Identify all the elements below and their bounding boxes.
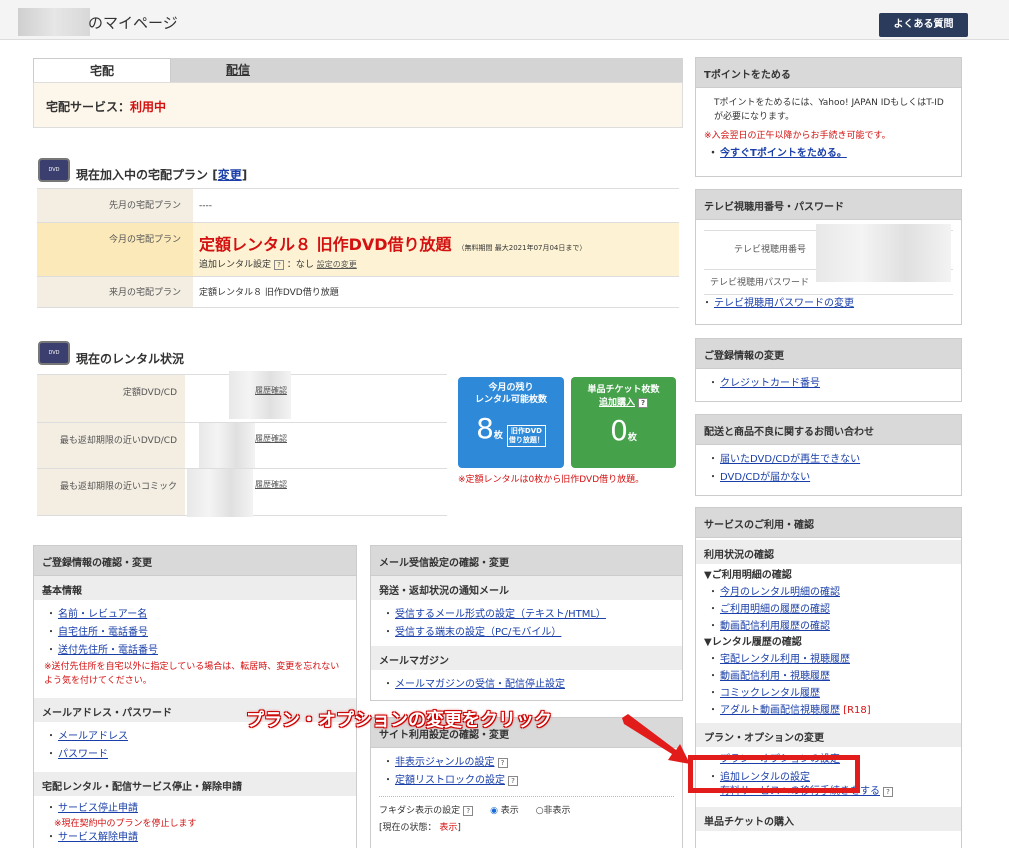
annotation-text: プラン・オプションの変更をクリック (246, 710, 552, 731)
help-icon[interactable]: ? (508, 776, 518, 786)
history-link[interactable]: 履歴確認 (255, 479, 287, 490)
comic-history-link[interactable]: コミックレンタル履歴 (720, 688, 820, 699)
service-panel: サービスのご利用・確認 利用状況の確認 ▼ご利用明細の確認 ・今月のレンタル明細… (695, 507, 962, 848)
page-title: のマイページ (88, 14, 178, 32)
tpoint-panel: Tポイントをためる Tポイントをためるには、Yahoo! JAPAN IDもしく… (695, 57, 962, 177)
help-icon[interactable]: ? (274, 260, 285, 270)
registration-panel-title: ご登録情報の確認・変更 (34, 546, 356, 576)
tab-delivery[interactable]: 宅配 (33, 58, 171, 82)
help-icon[interactable]: ? (463, 806, 474, 816)
arrow-icon (622, 714, 690, 764)
status-value: 利用中 (130, 100, 167, 114)
cancel-service-link[interactable]: サービス解除申請 (58, 832, 138, 843)
tab-streaming[interactable]: 配信 (171, 58, 683, 82)
credit-card-link[interactable]: クレジットカード番号 (720, 378, 820, 389)
home-address-link[interactable]: 自宅住所・電話番号 (58, 627, 148, 638)
remaining-count: 8 (476, 412, 494, 445)
mail-format-link[interactable]: 受信するメール形式の設定（テキスト/HTML） (395, 609, 606, 620)
status-label: 宅配サービス： (46, 100, 131, 114)
blurred-username (18, 8, 90, 36)
ticket-count: 0 (610, 414, 628, 447)
rental-history-link[interactable]: 宅配レンタル利用・視聴履歴 (720, 654, 850, 665)
plan-row-next: 来月の宅配プラン 定額レンタル８ 旧作DVD借り放題 (37, 276, 679, 308)
dvd-icon: DVD (38, 341, 70, 365)
plan-row-this: 今月の宅配プラン 定額レンタル８ 旧作DVD借り放題 （無料期間 最大2021年0… (37, 222, 679, 276)
addon-change-link[interactable]: 設定の変更 (317, 260, 357, 269)
streaming-history-link[interactable]: 動画配信利用履歴の確認 (720, 621, 830, 632)
adult-history-link[interactable]: アダルト動画配信視聴履歴 (720, 705, 840, 716)
plan-change-link[interactable]: 変更 (218, 168, 242, 182)
tv-panel: テレビ視聴用番号・パスワード テレビ視聴用番号 テレビ視聴用パスワード ・テレビ… (695, 189, 962, 325)
plan-row-last: 先月の宅配プラン ---- (37, 188, 679, 222)
ticket-box: 単品チケット枚数 追加購入? 0枚 (571, 377, 676, 468)
history-link[interactable]: 履歴確認 (255, 433, 287, 444)
mail-device-link[interactable]: 受信する端末の設定（PC/モバイル） (395, 627, 561, 638)
statement-history-link[interactable]: ご利用明細の履歴の確認 (720, 604, 830, 615)
password-link[interactable]: パスワード (58, 749, 108, 760)
rental-row: 最も返却期限の近いコミック 履歴確認 (37, 468, 447, 517)
tpoint-link[interactable]: 今すぐTポイントをためる。 (720, 148, 847, 159)
mailmagazine-link[interactable]: メールマガジンの受信・配信停止設定 (395, 679, 565, 690)
radio-hide[interactable]: ○ (536, 806, 544, 816)
help-icon[interactable]: ? (638, 398, 648, 408)
regchange-panel: ご登録情報の変更 ・クレジットカード番号 (695, 338, 962, 402)
play-issue-link[interactable]: 届いたDVD/CDが再生できない (720, 454, 860, 465)
month-statement-link[interactable]: 今月のレンタル明細の確認 (720, 587, 840, 598)
video-history-link[interactable]: 動画配信利用・視聴履歴 (720, 671, 830, 682)
tv-password-link[interactable]: テレビ視聴用パスワードの変更 (714, 298, 854, 309)
dvd-icon: DVD (38, 158, 70, 182)
ship-address-link[interactable]: 送付先住所・電話番号 (58, 645, 158, 656)
rental-note: ※定額レンタルは0枚から旧作DVD借り放題。 (458, 475, 645, 485)
stop-service-link[interactable]: サービス停止申請 (58, 803, 138, 814)
highlight-box (688, 755, 860, 793)
current-plan-name: 定額レンタル８ 旧作DVD借り放題 (199, 235, 452, 254)
not-arrived-link[interactable]: DVD/CDが届かない (720, 472, 810, 483)
history-link[interactable]: 履歴確認 (255, 385, 287, 396)
plan-section-title: 現在加入中の宅配プラン [変更] (76, 168, 248, 182)
remaining-rental-box: 今月の残り レンタル可能枚数 8枚旧作DVD 借り放題！ (458, 377, 564, 468)
list-lock-link[interactable]: 定額リストロックの設定 (395, 775, 505, 786)
email-link[interactable]: メールアドレス (58, 731, 128, 742)
rental-row: 最も返却期限の近いDVD/CD 履歴確認 (37, 422, 447, 469)
delivery-status: 宅配サービス：利用中 (33, 82, 683, 128)
name-link[interactable]: 名前・レビュアー名 (58, 609, 147, 620)
inquiry-panel: 配送と商品不良に関するお問い合わせ ・届いたDVD/CDが再生できない ・ DVD… (695, 414, 962, 496)
mail-panel-title: メール受信設定の確認・変更 (371, 546, 682, 576)
ticket-buy-link[interactable]: 追加購入 (599, 398, 635, 408)
rental-row: 定額DVD/CD 履歴確認 (37, 371, 447, 422)
rental-section-title: 現在のレンタル状況 (76, 352, 185, 366)
faq-button[interactable]: よくある質問 (879, 13, 968, 37)
hidden-genre-link[interactable]: 非表示ジャンルの設定 (395, 757, 495, 768)
mail-panel: メール受信設定の確認・変更 発送・返却状況の通知メール ・受信するメール形式の設… (370, 545, 683, 701)
radio-show[interactable]: ◉ (490, 806, 498, 816)
help-icon[interactable]: ? (883, 787, 893, 797)
registration-panel: ご登録情報の確認・変更 基本情報 ・名前・レビュアー名 ・自宅住所・電話番号 ・… (33, 545, 357, 848)
help-icon[interactable]: ? (497, 758, 508, 768)
